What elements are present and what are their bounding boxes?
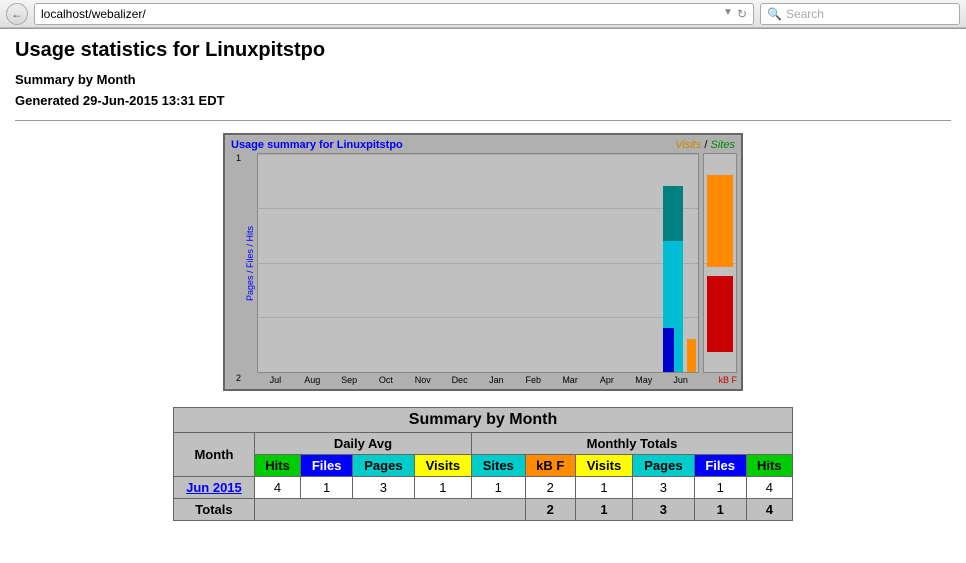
row-sites: 1 bbox=[472, 476, 526, 498]
month-link[interactable]: Jun 2015 bbox=[186, 480, 242, 495]
table-group-header: Month Daily Avg Monthly Totals bbox=[174, 432, 793, 454]
chart-legend: Visits / Sites bbox=[675, 139, 735, 151]
x-label-oct: Oct bbox=[367, 375, 404, 385]
y-tick-bottom: 2 bbox=[236, 373, 241, 383]
totals-visits: 1 bbox=[575, 498, 632, 520]
dropdown-icon[interactable]: ▼ bbox=[723, 7, 733, 21]
bar-nov bbox=[405, 154, 442, 372]
col-header-hits2: Hits bbox=[746, 454, 792, 476]
y-tick-top: 1 bbox=[229, 153, 241, 163]
x-label-apr: Apr bbox=[588, 375, 625, 385]
search-placeholder: Search bbox=[786, 7, 824, 21]
x-label-jun: Jun bbox=[662, 375, 699, 385]
col-header-files: Files bbox=[301, 454, 353, 476]
x-label-may: May bbox=[625, 375, 662, 385]
col-header-kbf: kB F bbox=[525, 454, 575, 476]
browser-chrome: ← localhost/webalizer/ ▼ ↻ 🔍 Search bbox=[0, 0, 966, 29]
col-header-pages2: Pages bbox=[633, 454, 695, 476]
row-daily-hits: 4 bbox=[254, 476, 300, 498]
search-bar[interactable]: 🔍 Search bbox=[760, 3, 960, 25]
x-label-jan: Jan bbox=[478, 375, 515, 385]
col-header-hits: Hits bbox=[254, 454, 300, 476]
kb-bar-orange bbox=[707, 175, 733, 267]
chart-header: Usage summary for Linuxpitstpo Visits / … bbox=[229, 139, 737, 151]
summary-table: Summary by Month Month Daily Avg Monthly… bbox=[173, 407, 793, 521]
page-title: Usage statistics for Linuxpitstpo bbox=[15, 39, 951, 62]
col-header-visits: Visits bbox=[414, 454, 471, 476]
summary-label: Summary by Month bbox=[15, 70, 951, 91]
search-icon: 🔍 bbox=[767, 7, 782, 21]
row-daily-files: 1 bbox=[301, 476, 353, 498]
x-label-sep: Sep bbox=[331, 375, 368, 385]
chart-container: Usage summary for Linuxpitstpo Visits / … bbox=[15, 133, 951, 391]
row-hits: 4 bbox=[746, 476, 792, 498]
row-pages: 3 bbox=[633, 476, 695, 498]
bar-may bbox=[625, 154, 662, 372]
totals-pages: 3 bbox=[633, 498, 695, 520]
page-content: Usage statistics for Linuxpitstpo Summar… bbox=[0, 29, 966, 563]
x-label-mar: Mar bbox=[552, 375, 589, 385]
chart-box: Usage summary for Linuxpitstpo Visits / … bbox=[223, 133, 743, 391]
totals-kbf: 2 bbox=[525, 498, 575, 520]
row-month: Jun 2015 bbox=[174, 476, 255, 498]
bar-feb bbox=[515, 154, 552, 372]
bar-aug bbox=[295, 154, 332, 372]
back-button[interactable]: ← bbox=[6, 3, 28, 25]
row-files: 1 bbox=[694, 476, 746, 498]
address-bar[interactable]: localhost/webalizer/ ▼ ↻ bbox=[34, 3, 754, 25]
legend-visits: Visits bbox=[675, 139, 701, 151]
x-label-dec: Dec bbox=[441, 375, 478, 385]
totals-row: Totals 2 1 3 1 4 bbox=[174, 498, 793, 520]
group-monthly-totals: Monthly Totals bbox=[472, 432, 793, 454]
totals-hits: 4 bbox=[746, 498, 792, 520]
bar-oct bbox=[368, 154, 405, 372]
summary-container: Summary by Month Month Daily Avg Monthly… bbox=[15, 407, 951, 521]
col-month: Month bbox=[174, 432, 255, 476]
row-daily-pages: 3 bbox=[353, 476, 415, 498]
col-header-sites: Sites bbox=[472, 454, 526, 476]
refresh-icon[interactable]: ↻ bbox=[737, 7, 747, 21]
divider bbox=[15, 120, 951, 121]
chart-title: Usage summary for Linuxpitstpo bbox=[231, 139, 403, 151]
totals-files: 1 bbox=[694, 498, 746, 520]
bar-sep bbox=[331, 154, 368, 372]
bar-mar bbox=[551, 154, 588, 372]
x-label-jul: Jul bbox=[257, 375, 294, 385]
row-kbf: 2 bbox=[525, 476, 575, 498]
totals-label: Totals bbox=[174, 498, 255, 520]
table-title: Summary by Month bbox=[174, 407, 793, 432]
x-label-aug: Aug bbox=[294, 375, 331, 385]
browser-toolbar: ← localhost/webalizer/ ▼ ↻ 🔍 Search bbox=[0, 0, 966, 28]
table-row: Jun 2015 4 1 3 1 1 2 1 3 1 4 bbox=[174, 476, 793, 498]
x-label-nov: Nov bbox=[404, 375, 441, 385]
legend-sites: Sites bbox=[711, 139, 735, 151]
row-daily-visits: 1 bbox=[414, 476, 471, 498]
bar-apr bbox=[588, 154, 625, 372]
kb-label: kB F bbox=[718, 375, 737, 385]
bar-jun bbox=[661, 154, 698, 372]
col-header-visits2: Visits bbox=[575, 454, 632, 476]
bar-jul bbox=[258, 154, 295, 372]
col-header-pages: Pages bbox=[353, 454, 415, 476]
bar-dec bbox=[441, 154, 478, 372]
row-visits: 1 bbox=[575, 476, 632, 498]
group-daily-avg: Daily Avg bbox=[254, 432, 471, 454]
table-title-row: Summary by Month bbox=[174, 407, 793, 432]
x-label-feb: Feb bbox=[515, 375, 552, 385]
generated-text: Generated 29-Jun-2015 13:31 EDT bbox=[15, 91, 951, 112]
col-header-files2: Files bbox=[694, 454, 746, 476]
bar-jan bbox=[478, 154, 515, 372]
table-col-headers: Hits Files Pages Visits Sites kB F Visit… bbox=[174, 454, 793, 476]
address-text: localhost/webalizer/ bbox=[41, 7, 146, 21]
totals-empty bbox=[254, 498, 525, 520]
y-axis-label: Pages / Files / Hits bbox=[245, 225, 255, 300]
kb-bar-red bbox=[707, 276, 733, 352]
